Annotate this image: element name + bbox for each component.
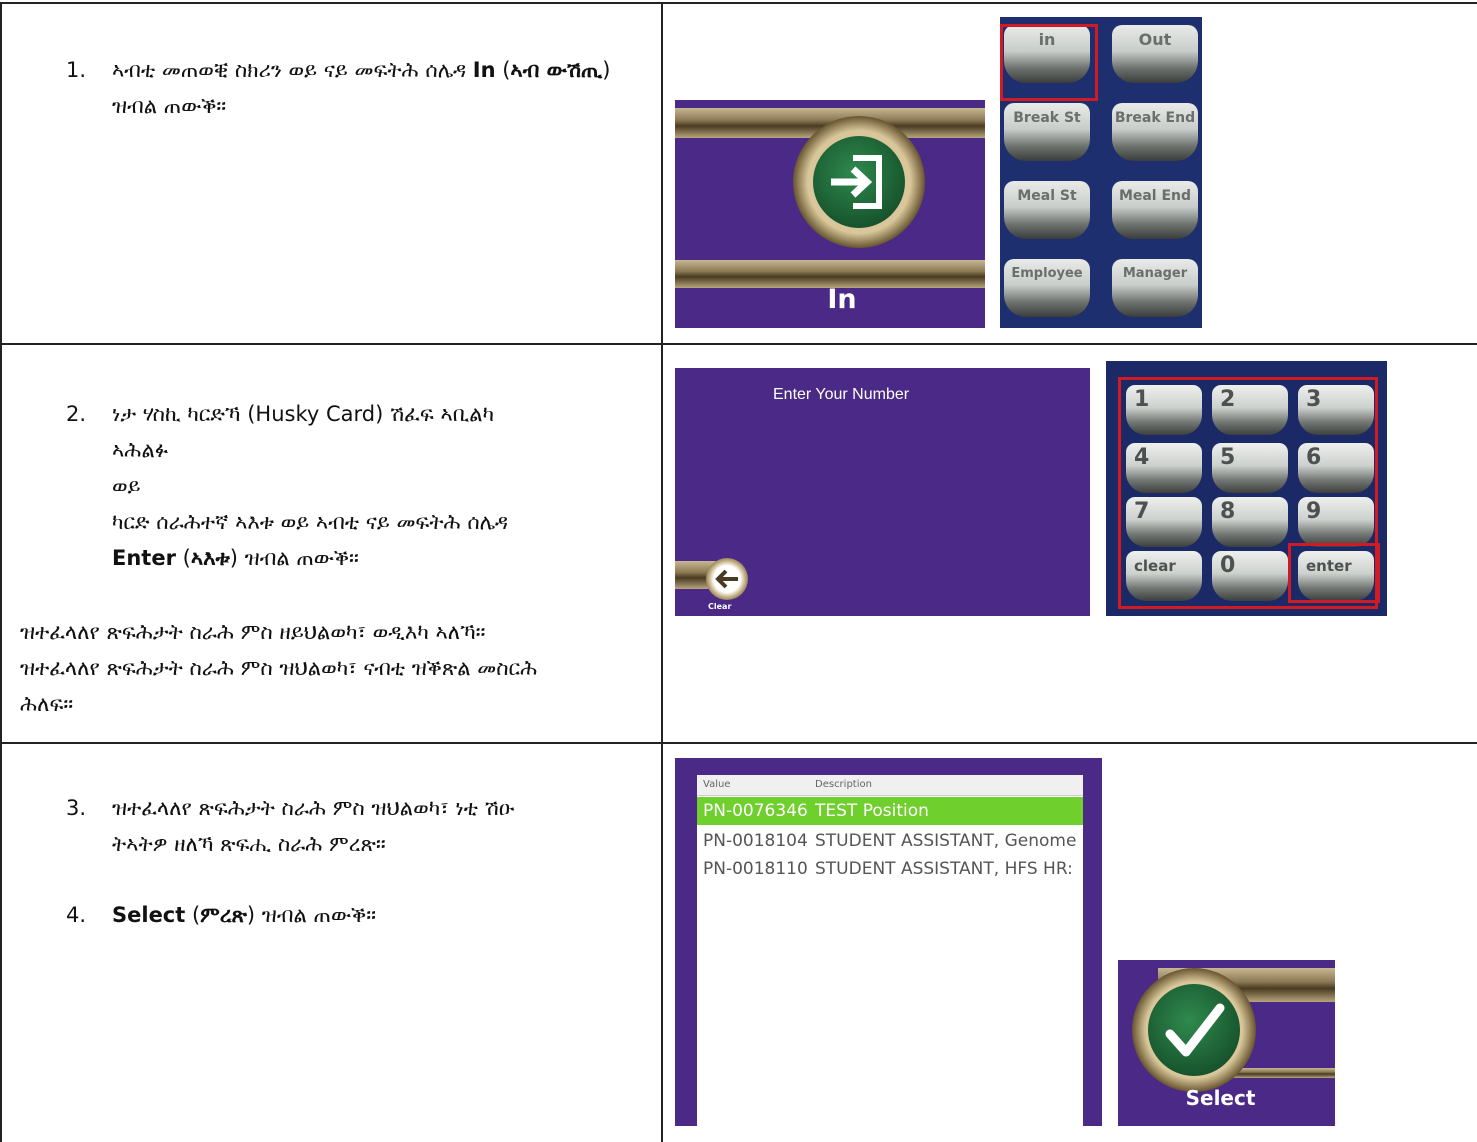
clear-button [706,558,748,600]
in-key-translation: ኣብ ውሽጢ [510,58,603,82]
step-number: 1. [66,58,87,82]
table-border-middle [661,2,663,1142]
highlight-box-enter [1288,543,1380,603]
item-value: PN-0076346 [703,801,808,821]
step-line: ትኣትዎ ዘለኻ ጽፍሒ ስራሕ ምረጽ። [112,832,386,856]
enter-key-translation: ኣእቱ [190,546,230,570]
numeric-keypad-image: 1 2 3 4 5 6 7 8 9 clear 0 enter [1106,361,1387,616]
table-border-left [0,2,2,1142]
keypad-key-employee: Employee [1004,259,1090,317]
enter-number-prompt: Enter Your Number [773,386,910,403]
note-line: ሕለፍ። [20,692,74,716]
paren-open: ( [495,58,511,82]
position-list-screen-image: Value Description PN-0076346 TEST Positi… [675,758,1102,1126]
paren-open: ( [185,903,201,927]
position-list: Value Description PN-0076346 TEST Positi… [697,775,1083,1126]
step-line: Enter (ኣእቱ) ዝብል ጠውቕ። [112,540,652,576]
keypad-key-out: Out [1112,25,1198,83]
time-clock-keypad-image: in Out Break St Break End Meal St Meal E… [1000,17,1202,328]
keypad-key-manager: Manager [1112,259,1198,317]
item-value: PN-0018104 [703,831,808,851]
keypad-key-break-start: Break St [1004,103,1090,161]
instruction-table: 1. ኣብቲ መጠወቒ ስክሪን ወይ ናይ መፍትሕ ሰሌዳ In (ኣብ ው… [0,0,1477,1142]
step-text-end: ) ዝብል ጠውቕ። [229,546,359,570]
step-text: ኣብቲ መጠወቒ ስክሪን ወይ ናይ መፍትሕ ሰሌዳ [112,58,473,82]
item-description: TEST Position [815,801,929,821]
in-key-name: In [472,58,496,82]
select-screen-image: Select [1118,960,1335,1126]
select-key-translation: ምረጽ [200,903,247,927]
step-text-end: ) ዝብል ጠውቕ። [246,903,377,927]
column-header-description: Description [815,779,872,790]
step-line: ዝተፈላለየ ጽፍሕታት ስራሕ ምስ ዝህልወካ፣ ነቲ ሽዑ [112,796,515,820]
table-border-top [0,2,1477,4]
keypad-key-break-end: Break End [1112,103,1198,161]
select-label: Select [1185,1086,1256,1110]
in-label: In [827,284,857,315]
item-description: STUDENT ASSISTANT, Genome [815,831,1077,851]
list-item: PN-0018110 STUDENT ASSISTANT, HFS HR: [697,855,1083,883]
enter-arrow-icon [831,155,882,209]
select-button [1148,984,1240,1076]
enter-key-name: Enter [112,546,176,570]
step-line: ካርድ ሰራሕተኛ ኣእቱ ወይ ኣብቲ ናይ መፍትሕ ሰሌዳ [112,510,509,534]
back-arrow-icon [715,569,738,589]
note-line: ዝተፈላለየ ጽፍሕታት ስራሕ ምስ ዘይህልወካ፣ ወዲእካ ኣለኻ። [20,620,486,644]
step-line: ወይ [112,474,141,498]
checkmark-icon [1165,1003,1225,1057]
note-line: ዝተፈላለየ ጽፍሕታት ስራሕ ምስ ዝህልወካ፣ ናብቲ ዝቕጽል መስርሕ [20,656,538,680]
step-number: 4. [66,903,87,927]
list-header: Value Description [697,775,1083,796]
in-screen-image: In [675,100,985,328]
table-border-row1 [0,343,1477,345]
step-line: ኣሕልፉ [112,438,169,462]
clear-label: Clear [708,602,732,611]
select-key-name: Select [112,903,186,927]
item-description: STUDENT ASSISTANT, HFS HR: [815,859,1073,879]
column-header-value: Value [703,779,731,790]
paren-open: ( [175,546,191,570]
item-value: PN-0018110 [703,859,808,879]
step-number: 3. [66,796,87,820]
keypad-key-meal-start: Meal St [1004,181,1090,239]
step-number: 2. [66,402,87,426]
step-line: ነታ ሃስኪ ካርድኻ (Husky Card) ሽፈፍ ኣቢልካ [112,402,495,426]
highlight-box [1000,24,1098,101]
step-2-note: ዝተፈላለየ ጽፍሕታት ስራሕ ምስ ዘይህልወካ፣ ወዲእካ ኣለኻ። ዝተ… [20,614,660,722]
keypad-key-meal-end: Meal End [1112,181,1198,239]
list-item: PN-0018104 STUDENT ASSISTANT, Genome [697,827,1083,855]
list-item: PN-0076346 TEST Position [697,797,1083,825]
in-button [813,136,905,228]
table-border-row2 [0,742,1477,744]
enter-number-screen-image: Enter Your Number Clear [675,368,1090,616]
